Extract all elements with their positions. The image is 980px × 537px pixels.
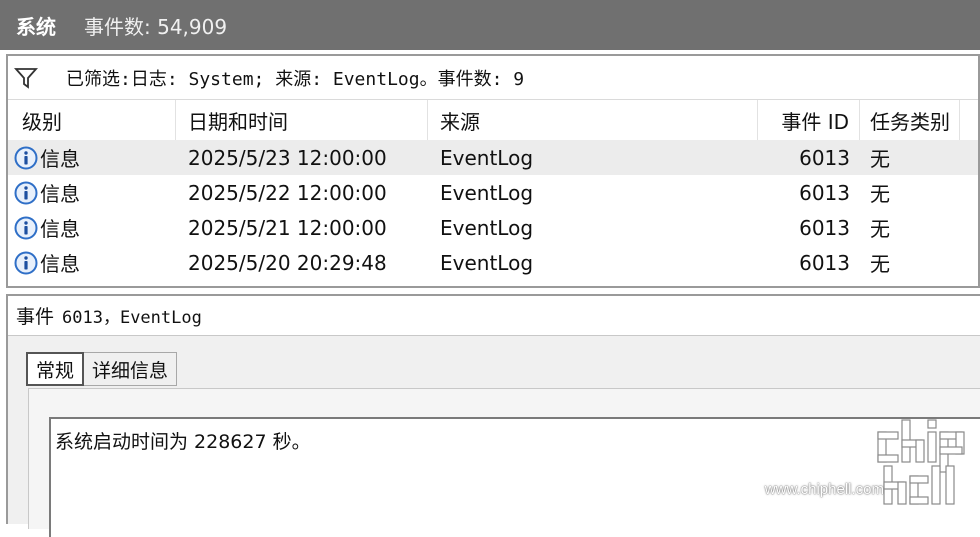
tab-general[interactable]: 常规 <box>26 352 85 386</box>
column-header-level[interactable]: 级别 <box>8 100 176 140</box>
level-text: 信息 <box>40 182 80 206</box>
log-title: 系统 <box>16 14 56 39</box>
source-cell: EventLog <box>440 215 534 240</box>
level-text: 信息 <box>40 252 80 276</box>
level-cell: 信息 <box>8 140 176 175</box>
details-title-prefix: 事件 <box>16 306 55 328</box>
event-id-cell: 6013 <box>799 180 850 205</box>
info-icon <box>14 146 38 169</box>
info-icon <box>14 251 38 274</box>
funnel-icon <box>14 67 38 89</box>
watermark-url: www.chiphell.com <box>764 481 884 498</box>
level-cell: 信息 <box>8 245 176 280</box>
task-category-cell: 无 <box>870 252 890 276</box>
details-title: 事件 6013，EventLog <box>8 296 980 336</box>
column-header-event-id[interactable]: 事件 ID <box>758 100 860 140</box>
level-cell: 信息 <box>8 210 176 245</box>
events-list-pane: 已筛选:日志: System; 来源: EventLog。事件数: 9 级别 日… <box>6 54 980 288</box>
window-title-bar: 系统 事件数: 54,909 <box>0 0 980 50</box>
tab-details[interactable]: 详细信息 <box>84 352 178 386</box>
event-id-cell: 6013 <box>799 250 850 275</box>
datetime-cell: 2025/5/22 12:00:00 <box>188 180 387 205</box>
task-category-cell: 无 <box>870 147 890 171</box>
table-row[interactable]: 信息 2025/5/22 12:00:00 EventLog 6013 无 <box>8 175 978 210</box>
column-header-task-category[interactable]: 任务类别 <box>860 100 960 140</box>
column-header-row: 级别 日期和时间 来源 事件 ID 任务类别 <box>8 100 978 140</box>
datetime-cell: 2025/5/20 20:29:48 <box>188 250 387 275</box>
tab-general-panel: 系统启动时间为 228627 秒。 <box>28 388 980 537</box>
event-id-cell: 6013 <box>799 215 850 240</box>
datetime-cell: 2025/5/23 12:00:00 <box>188 145 387 170</box>
column-header-source[interactable]: 来源 <box>428 100 758 140</box>
details-title-event: 6013，EventLog <box>62 308 202 328</box>
chiphell-logo <box>877 419 965 505</box>
level-cell: 信息 <box>8 175 176 210</box>
table-row[interactable]: 信息 2025/5/20 20:29:48 EventLog 6013 无 <box>8 245 978 280</box>
info-icon <box>14 181 38 204</box>
table-row[interactable]: 信息 2025/5/23 12:00:00 EventLog 6013 无 <box>8 140 978 175</box>
source-cell: EventLog <box>440 145 534 170</box>
task-category-cell: 无 <box>870 182 890 206</box>
level-text: 信息 <box>40 147 80 171</box>
event-count: 事件数: 54,909 <box>84 14 228 39</box>
filter-bar: 已筛选:日志: System; 来源: EventLog。事件数: 9 <box>8 56 978 100</box>
source-cell: EventLog <box>440 180 534 205</box>
info-icon <box>14 216 38 239</box>
event-description[interactable]: 系统启动时间为 228627 秒。 <box>49 417 980 537</box>
table-row[interactable]: 信息 2025/5/21 12:00:00 EventLog 6013 无 <box>8 210 978 245</box>
level-text: 信息 <box>40 217 80 241</box>
task-category-cell: 无 <box>870 217 890 241</box>
source-cell: EventLog <box>440 250 534 275</box>
details-tabs: 常规 详细信息 <box>26 352 178 386</box>
filter-text: 已筛选:日志: System; 来源: EventLog。事件数: 9 <box>66 68 525 90</box>
column-header-datetime[interactable]: 日期和时间 <box>176 100 428 140</box>
datetime-cell: 2025/5/21 12:00:00 <box>188 215 387 240</box>
event-id-cell: 6013 <box>799 145 850 170</box>
